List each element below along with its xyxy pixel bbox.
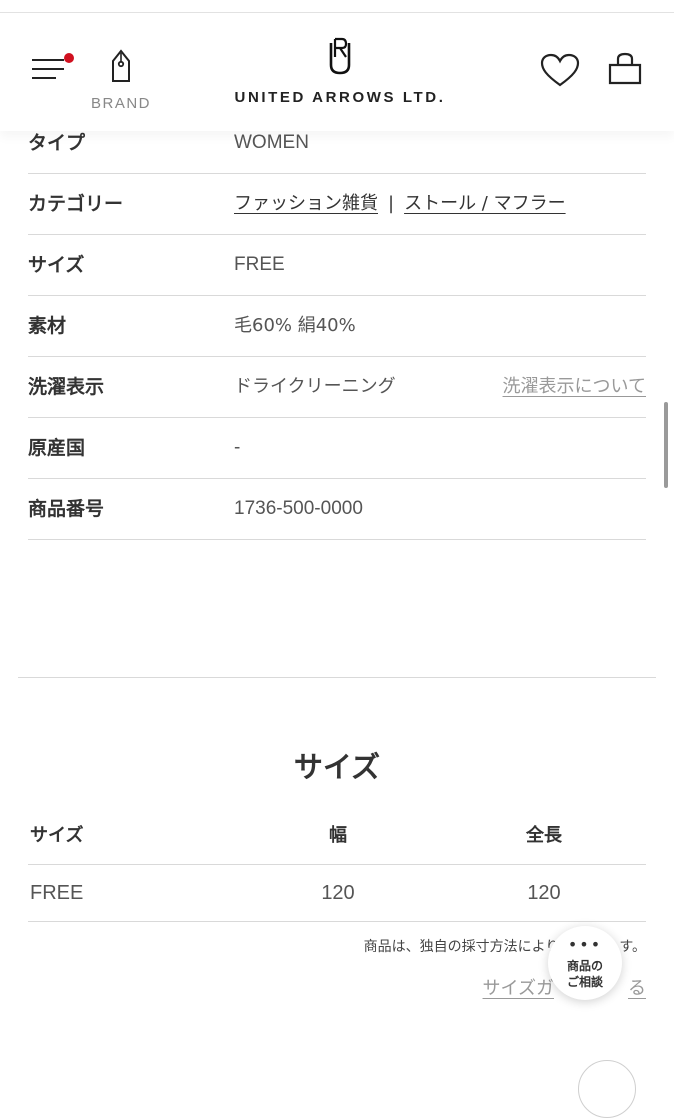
menu-button[interactable] [32, 53, 74, 83]
spec-row-category: カテゴリー ファッション雑貨 | ストール / マフラー [28, 174, 646, 235]
spec-label: 商品番号 [28, 498, 105, 520]
spec-label: 原産国 [28, 437, 86, 459]
site-header: BRAND UNITED ARROWS LTD. [0, 13, 674, 131]
product-spec-table: タイプ WOMEN カテゴリー ファッション雑貨 | ストール / マフラー サイズ… [28, 113, 646, 540]
notification-dot [64, 53, 74, 63]
size-guide-link-tail: る [628, 978, 646, 999]
category-link-stole-muffler[interactable]: ストール / マフラー [404, 193, 566, 214]
brand-label: BRAND [90, 95, 151, 112]
size-header-length: 全長 [526, 825, 562, 846]
more-dots-icon: ••• [567, 935, 603, 954]
cart-button[interactable] [606, 51, 644, 89]
spec-value: 毛60% 絹40% [234, 315, 356, 336]
table-row: FREE 120 120 [28, 865, 646, 922]
measurement-note-tail: す。 [619, 939, 646, 955]
spec-row-size: サイズ FREE [28, 235, 646, 296]
category-separator: | [388, 193, 395, 214]
logo-text: UNITED ARROWS LTD. [234, 89, 446, 106]
spec-label: 洗濯表示 [28, 376, 105, 398]
consult-label-line2: ご相談 [566, 975, 603, 989]
consult-label: 商品の ご相談 [548, 958, 622, 990]
section-divider [18, 677, 656, 678]
logo-mark-icon [329, 37, 351, 75]
size-section-title: サイズ [293, 750, 381, 784]
spec-value: ドライクリーニング [234, 376, 396, 397]
width-cell: 120 [321, 882, 355, 904]
size-table-header: サイズ 幅 全長 [28, 808, 646, 865]
scrollbar[interactable] [664, 402, 668, 488]
size-table: サイズ 幅 全長 FREE 120 120 [28, 808, 646, 922]
hamburger-menu-icon [32, 59, 64, 61]
spec-value: - [234, 437, 241, 458]
site-logo[interactable]: UNITED ARROWS LTD. [220, 35, 460, 115]
spec-row-material: 素材 毛60% 絹40% [28, 296, 646, 357]
spec-value: 1736-500-0000 [234, 498, 363, 519]
size-guide-link-text: サイズガ [482, 978, 554, 999]
length-cell: 120 [527, 882, 561, 904]
shopping-bag-icon [608, 52, 642, 85]
spec-row-origin: 原産国 - [28, 418, 646, 479]
favorite-button[interactable] [540, 53, 580, 89]
spec-value: FREE [234, 254, 285, 275]
product-consult-button[interactable]: ••• 商品の ご相談 [548, 926, 622, 1000]
category-links: ファッション雑貨 | ストール / マフラー [234, 174, 566, 234]
category-link-fashion-goods[interactable]: ファッション雑貨 [234, 193, 378, 214]
spec-label: カテゴリー [28, 193, 124, 215]
spec-label: 素材 [28, 315, 67, 337]
size-cell: FREE [30, 882, 84, 904]
brand-button[interactable]: BRAND [86, 49, 156, 119]
care-label-info-link[interactable]: 洗濯表示について [503, 357, 646, 417]
tag-icon [112, 49, 130, 82]
size-header-width: 幅 [329, 825, 347, 846]
spec-label: サイズ [28, 254, 85, 276]
hamburger-menu-icon-line [32, 68, 64, 70]
back-to-top-button[interactable] [578, 1060, 636, 1118]
status-bar-divider [0, 0, 674, 13]
spec-row-product-number: 商品番号 1736-500-0000 [28, 479, 646, 540]
size-header-size: サイズ [30, 825, 84, 846]
spec-row-care: 洗濯表示 ドライクリーニング 洗濯表示について [28, 357, 646, 418]
heart-icon [540, 53, 580, 87]
consult-label-line1: 商品の [566, 959, 603, 973]
hamburger-menu-icon-line [32, 77, 56, 79]
